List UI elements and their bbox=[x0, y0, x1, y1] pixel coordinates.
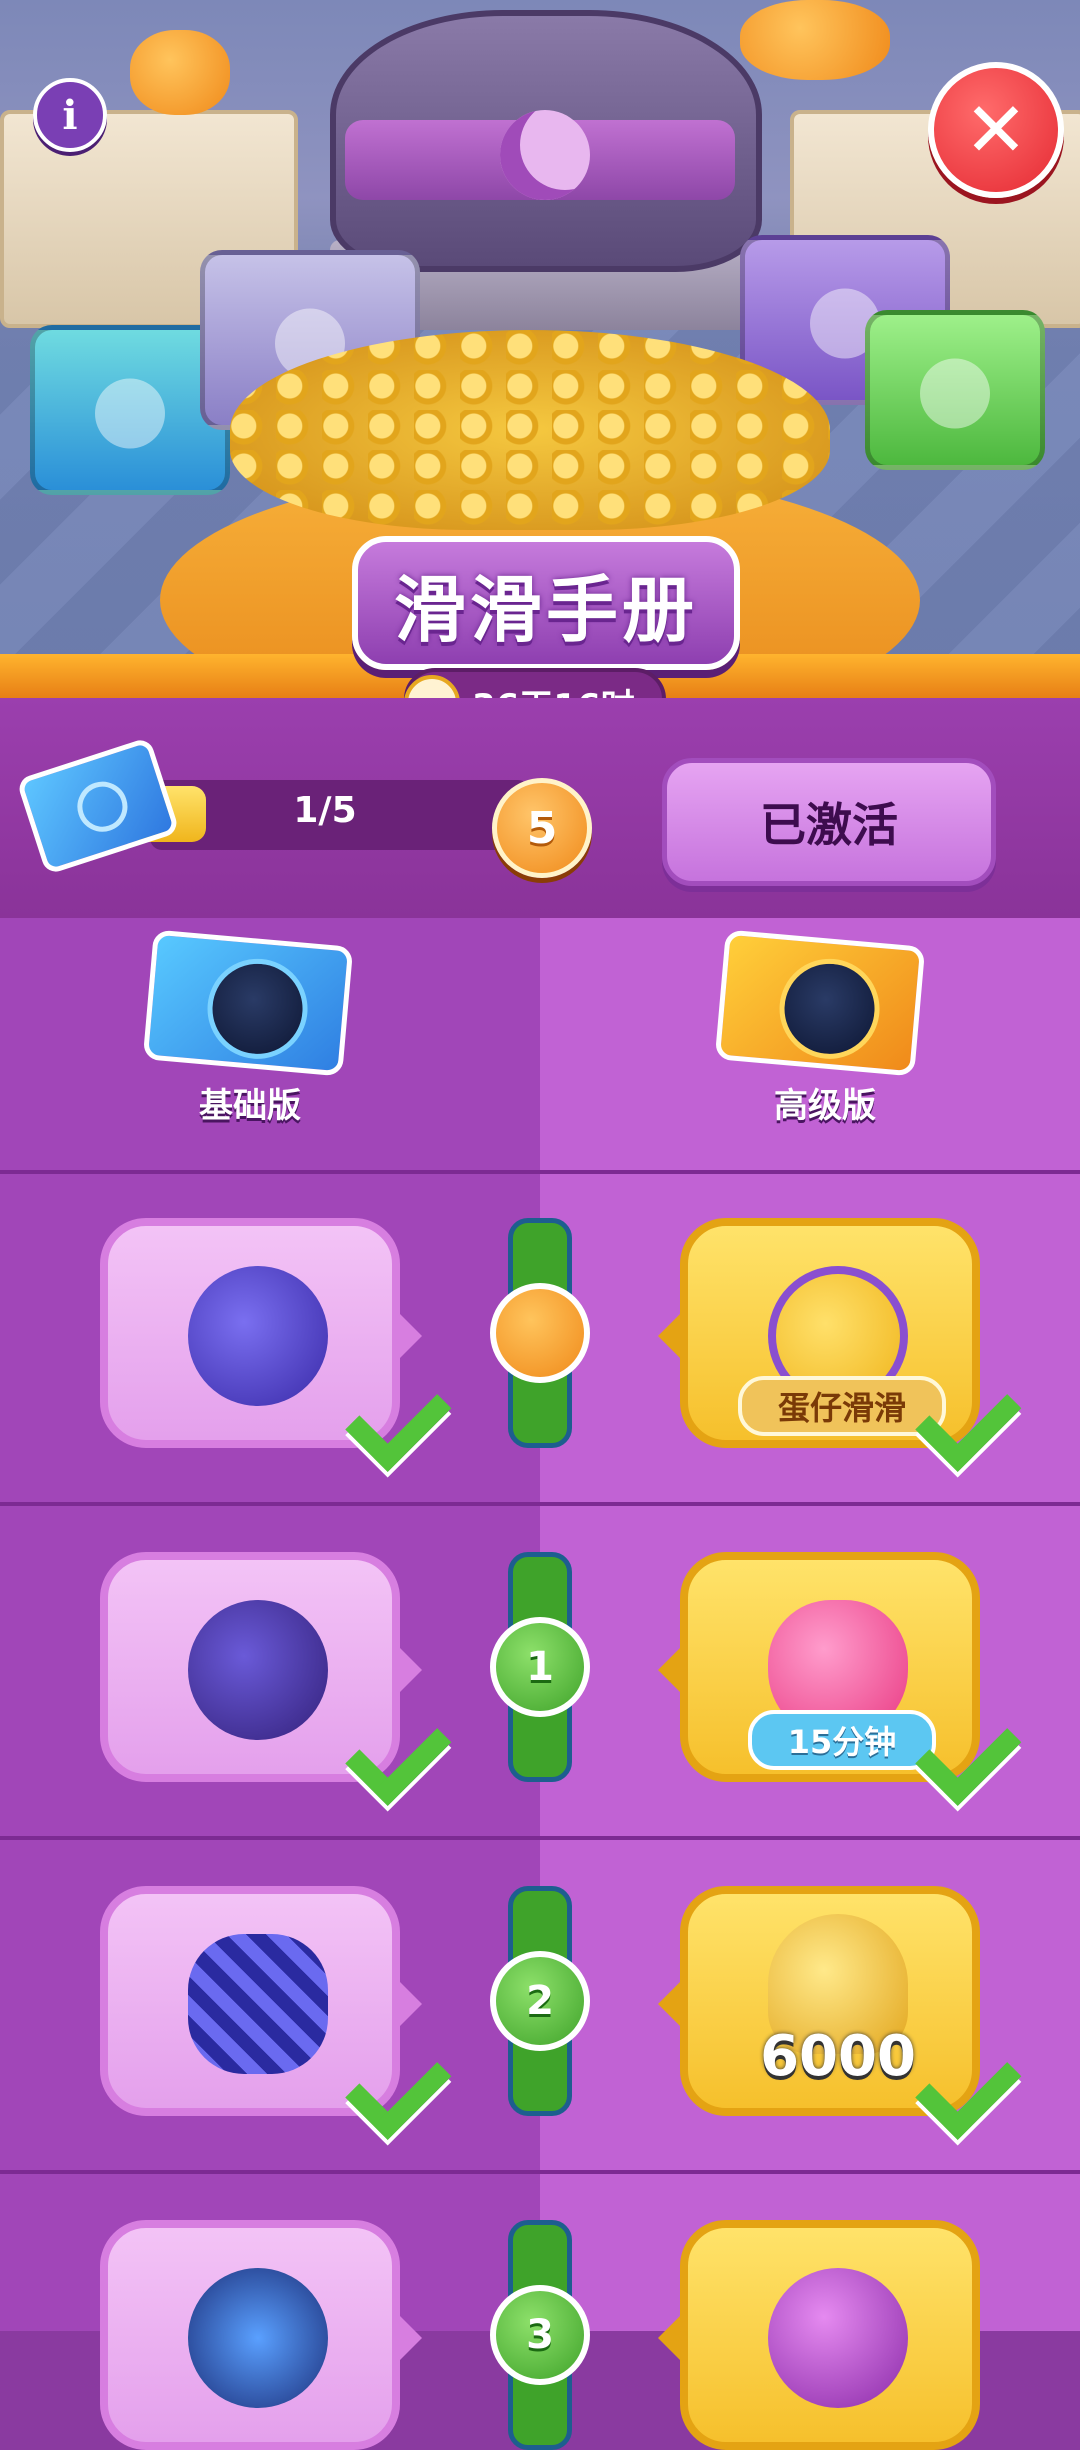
candy-capsule-icon bbox=[188, 1934, 328, 2074]
cat-clock-icon bbox=[188, 1600, 328, 1740]
moon-icon bbox=[500, 110, 590, 200]
row-divider bbox=[0, 1502, 1080, 1506]
title-plaque: 滑滑手册 bbox=[352, 536, 740, 670]
info-icon: i bbox=[62, 91, 78, 139]
level-node-start bbox=[490, 1283, 590, 1383]
pumpkin-icon bbox=[740, 0, 890, 80]
purple-pouch-icon bbox=[188, 1266, 328, 1406]
basic-tier-label: 基础版 bbox=[199, 1086, 301, 1126]
claimed-check-icon bbox=[900, 2046, 1000, 2116]
progress-text: 1/5 bbox=[293, 790, 357, 831]
level-node: 1 bbox=[490, 1617, 590, 1717]
premium-tier-label: 高级版 bbox=[774, 1086, 876, 1126]
blue-orb-icon bbox=[188, 2268, 328, 2408]
premium-reward-slot[interactable] bbox=[658, 2220, 980, 2450]
close-button[interactable]: ✕ bbox=[928, 62, 1064, 198]
gift-box-green bbox=[865, 310, 1045, 470]
row-divider bbox=[0, 1836, 1080, 1840]
premium-pass-card bbox=[714, 929, 926, 1077]
close-icon: ✕ bbox=[964, 85, 1028, 174]
claimed-check-icon bbox=[330, 1712, 430, 1782]
page-title: 滑滑手册 bbox=[393, 567, 698, 652]
claimed-check-icon bbox=[900, 1712, 1000, 1782]
pumpkin-icon bbox=[130, 30, 230, 115]
reward-track[interactable]: 基础版 高级版 蛋仔滑滑 1 15分钟 2 6000 3 bbox=[0, 918, 1080, 2450]
free-reward-slot[interactable] bbox=[100, 2220, 422, 2450]
row-divider bbox=[0, 1170, 1080, 1174]
gold-coin-pile bbox=[230, 330, 830, 530]
level-node: 2 bbox=[490, 1951, 590, 2051]
activated-button[interactable]: 已激活 bbox=[662, 758, 996, 886]
row-divider bbox=[0, 2170, 1080, 2174]
claimed-check-icon bbox=[900, 1378, 1000, 1448]
claimed-check-icon bbox=[330, 1378, 430, 1448]
claimed-check-icon bbox=[330, 2046, 430, 2116]
current-level-badge: 5 bbox=[492, 778, 592, 878]
level-node: 3 bbox=[490, 2285, 590, 2385]
info-button[interactable]: i bbox=[33, 78, 107, 152]
bowling-ball-icon bbox=[768, 2268, 908, 2408]
basic-pass-card bbox=[142, 929, 354, 1077]
